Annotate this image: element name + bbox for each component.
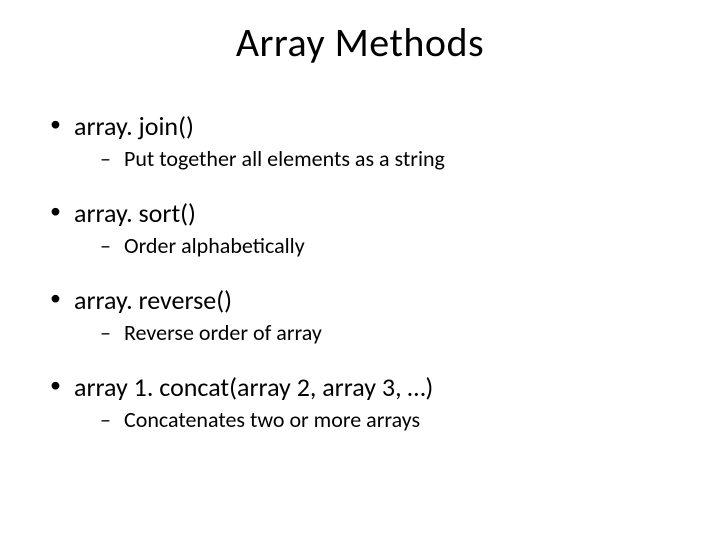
slide-body: array. join() Put together all elements … <box>48 110 672 458</box>
method-name: array. sort() <box>74 197 196 229</box>
list-item: array. join() Put together all elements … <box>48 110 672 173</box>
method-name: array. join() <box>74 110 194 142</box>
sub-list: Order alphabetically <box>74 232 672 261</box>
sub-list: Reverse order of array <box>74 319 672 348</box>
bullet-list: array. join() Put together all elements … <box>48 110 672 434</box>
slide: Array Methods array. join() Put together… <box>0 0 720 540</box>
method-desc: Put together all elements as a string <box>124 145 445 172</box>
list-item: array. reverse() Reverse order of array <box>48 284 672 347</box>
sub-list: Put together all elements as a string <box>74 145 672 174</box>
method-desc: Reverse order of array <box>124 319 322 346</box>
method-desc: Order alphabetically <box>124 232 305 259</box>
sub-item: Order alphabetically <box>94 232 672 261</box>
method-name: array 1. concat(array 2, array 3, …) <box>74 371 433 403</box>
slide-title: Array Methods <box>0 18 720 67</box>
sub-list: Concatenates two or more arrays <box>74 406 672 435</box>
sub-item: Put together all elements as a string <box>94 145 672 174</box>
list-item: array. sort() Order alphabetically <box>48 197 672 260</box>
list-item: array 1. concat(array 2, array 3, …) Con… <box>48 371 672 434</box>
method-name: array. reverse() <box>74 284 232 316</box>
sub-item: Reverse order of array <box>94 319 672 348</box>
method-desc: Concatenates two or more arrays <box>124 406 420 433</box>
sub-item: Concatenates two or more arrays <box>94 406 672 435</box>
